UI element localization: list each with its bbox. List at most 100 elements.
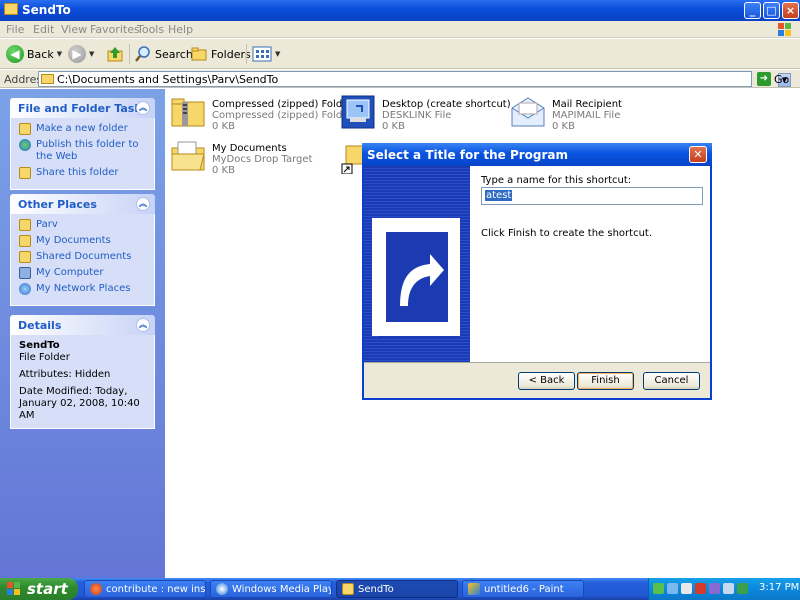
menu-view[interactable]: View <box>61 23 87 36</box>
menu-file[interactable]: File <box>6 23 24 36</box>
close-button[interactable]: × <box>782 2 799 19</box>
share-folder-icon <box>19 167 31 179</box>
new-folder-icon <box>19 123 31 135</box>
details-panel: Details ︽ SendTo File Folder Attributes:… <box>10 315 155 429</box>
minimize-button[interactable]: _ <box>744 2 761 19</box>
details-modified: Date Modified: Today, January 02, 2008, … <box>19 386 140 421</box>
search-button[interactable]: Search <box>134 43 193 65</box>
shortcut-name-label: Type a name for this shortcut: <box>481 175 632 186</box>
toolbar: ◀ Back ▼ ▶ ▼ Search Folders ▼ <box>0 39 800 69</box>
panel-header[interactable]: File and Folder Tasks ︽ <box>10 98 155 118</box>
dropdown-arrow-icon[interactable]: ▼ <box>89 50 94 58</box>
back-button[interactable]: ◀ Back ▼ <box>6 43 62 65</box>
place-my-computer[interactable]: My Computer <box>19 267 146 279</box>
address-bar: Address C:\Documents and Settings\Parv\S… <box>0 70 800 88</box>
maximize-button[interactable]: □ <box>763 2 780 19</box>
task-label: Windows Media Player <box>232 583 331 595</box>
dialog-close-button[interactable]: ✕ <box>689 146 707 163</box>
file-type: DESKLINK File <box>382 110 452 121</box>
up-folder-icon <box>107 47 123 62</box>
globe-icon <box>19 139 31 151</box>
dialog-title-bar[interactable]: Select a Title for the Program ✕ <box>362 143 712 166</box>
place-shared-documents[interactable]: Shared Documents <box>19 251 146 263</box>
finish-hint: Click Finish to create the shortcut. <box>481 228 653 239</box>
tray-shield-icon[interactable] <box>695 583 706 594</box>
views-button[interactable]: ▼ <box>252 43 280 65</box>
back-label: Back <box>27 47 54 61</box>
tray-app-icon[interactable] <box>709 583 720 594</box>
taskbar-button-sendto[interactable]: SendTo <box>336 580 458 598</box>
tray-app-icon[interactable] <box>681 583 692 594</box>
shortcut-arrow-icon <box>372 218 460 338</box>
taskbar-button-browser[interactable]: contribute : new instr... <box>84 580 206 598</box>
folder-icon <box>41 74 54 84</box>
place-my-network[interactable]: My Network Places <box>19 283 146 295</box>
computer-icon <box>19 267 31 279</box>
network-icon <box>19 283 31 295</box>
system-tray: 3:17 PM <box>648 578 800 600</box>
window-title-bar[interactable]: SendTo _ □ × <box>0 0 800 21</box>
file-name: My Documents <box>212 143 287 154</box>
panel-header[interactable]: Details ︽ <box>10 315 155 335</box>
desktop-shortcut-icon <box>341 95 375 129</box>
tray-app-icon[interactable] <box>667 583 678 594</box>
start-button[interactable]: start <box>0 578 78 600</box>
details-name: SendTo <box>19 340 60 351</box>
menu-edit[interactable]: Edit <box>33 23 54 36</box>
shortcut-name-input[interactable]: atest <box>481 187 703 205</box>
taskbar-button-paint[interactable]: untitled6 - Paint <box>462 580 584 598</box>
browser-icon <box>90 583 102 595</box>
place-label: My Network Places <box>36 283 131 294</box>
folder-icon <box>342 583 354 595</box>
task-publish-web[interactable]: Publish this folder to the Web <box>19 139 146 163</box>
forward-arrow-icon: ▶ <box>68 45 86 63</box>
address-value: C:\Documents and Settings\Parv\SendTo <box>57 73 279 86</box>
back-arrow-icon: ◀ <box>6 45 24 63</box>
dialog-title: Select a Title for the Program <box>367 148 569 162</box>
paint-icon <box>468 583 480 595</box>
wizard-banner <box>364 166 470 362</box>
panel-header[interactable]: Other Places ︽ <box>10 194 155 214</box>
taskbar: start contribute : new instr... Windows … <box>0 578 800 600</box>
task-label: Share this folder <box>36 167 119 178</box>
tray-network-icon[interactable] <box>653 583 664 594</box>
other-places-panel: Other Places ︽ Parv My Documents Shared … <box>10 194 155 306</box>
collapse-chevron-icon[interactable]: ︽ <box>136 197 150 211</box>
folders-button[interactable]: Folders <box>190 43 251 65</box>
up-folder-button[interactable] <box>106 43 124 65</box>
file-size: 0 KB <box>552 121 575 132</box>
task-label: untitled6 - Paint <box>484 583 564 595</box>
collapse-chevron-icon[interactable]: ︽ <box>136 318 150 332</box>
mail-envelope-icon <box>511 97 545 127</box>
details-attributes: Attributes: Hidden <box>19 369 111 380</box>
task-label: contribute : new instr... <box>106 583 206 595</box>
task-share-folder[interactable]: Share this folder <box>19 167 146 179</box>
back-button[interactable]: < Back <box>518 372 575 390</box>
task-make-new-folder[interactable]: Make a new folder <box>19 123 146 135</box>
taskbar-button-media-player[interactable]: Windows Media Player <box>210 580 332 598</box>
forward-button[interactable]: ▶ ▼ <box>68 43 94 65</box>
cancel-button[interactable]: Cancel <box>643 372 700 390</box>
my-documents-icon <box>19 235 31 247</box>
menu-favorites[interactable]: Favorites <box>90 23 140 36</box>
dropdown-arrow-icon[interactable]: ▼ <box>57 50 62 58</box>
windows-logo-icon <box>774 21 796 38</box>
tray-app-icon[interactable] <box>737 583 748 594</box>
menu-tools[interactable]: Tools <box>137 23 164 36</box>
go-label: Go <box>774 72 790 86</box>
place-parv[interactable]: Parv <box>19 219 146 231</box>
tray-volume-icon[interactable] <box>723 583 734 594</box>
collapse-chevron-icon[interactable]: ︽ <box>136 101 150 115</box>
address-input[interactable]: C:\Documents and Settings\Parv\SendTo ▼ <box>38 71 791 87</box>
search-label: Search <box>155 47 193 61</box>
shared-folder-icon <box>19 251 31 263</box>
file-size: 0 KB <box>212 165 235 176</box>
dropdown-arrow-icon[interactable]: ▼ <box>275 50 280 58</box>
place-my-documents[interactable]: My Documents <box>19 235 146 247</box>
menu-help[interactable]: Help <box>168 23 193 36</box>
file-name: Desktop (create shortcut) <box>382 99 511 110</box>
go-button[interactable]: ➜ Go <box>757 72 789 86</box>
file-type: MAPIMAIL File <box>552 110 621 121</box>
place-label: My Computer <box>36 267 104 278</box>
finish-button[interactable]: Finish <box>577 372 634 390</box>
